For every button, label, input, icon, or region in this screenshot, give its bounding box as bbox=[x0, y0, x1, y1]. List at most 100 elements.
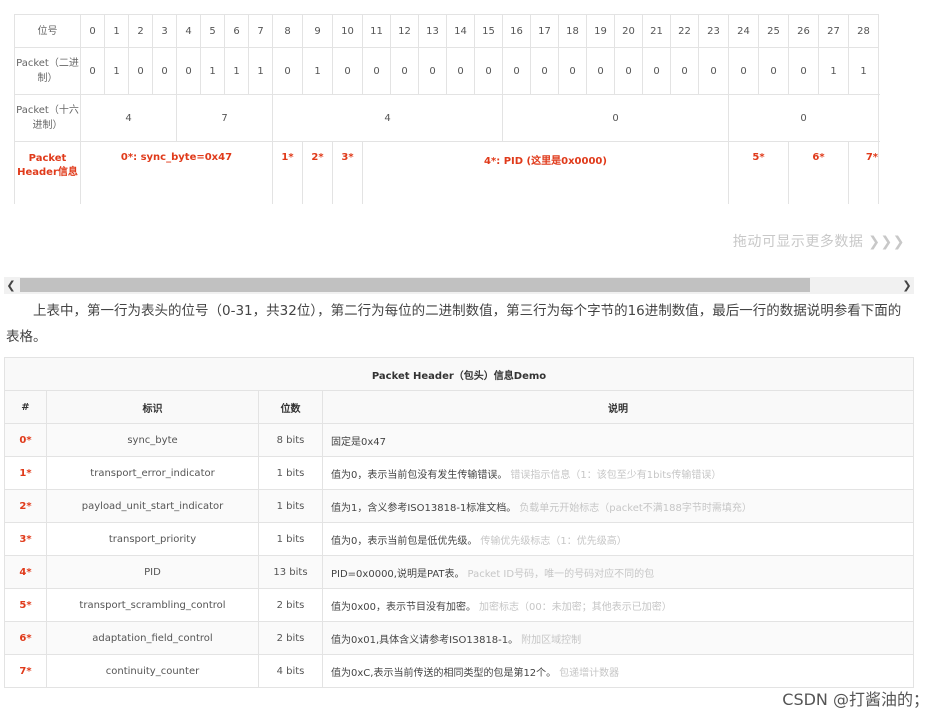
binary-cell: 1 bbox=[818, 47, 849, 95]
header-field-cell: 1* bbox=[272, 141, 303, 204]
binary-cell: 0 bbox=[80, 47, 105, 95]
row-number: 5* bbox=[4, 588, 47, 622]
binary-cell: 0 bbox=[176, 47, 201, 95]
binary-cell: 0 bbox=[152, 47, 177, 95]
binary-cell: 0 bbox=[758, 47, 789, 95]
binary-cell: 0 bbox=[128, 47, 153, 95]
bit-position-cell: 27 bbox=[818, 14, 849, 48]
scrollbar-thumb[interactable] bbox=[20, 278, 810, 292]
field-description: 固定是0x47 bbox=[322, 423, 914, 457]
bit-position-cell: 28 bbox=[848, 14, 879, 48]
row-label-header-info: Packet Header信息 bbox=[14, 141, 81, 204]
bit-position-cell: 23 bbox=[698, 14, 729, 48]
table-row: 2* payload_unit_start_indicator 1 bits 值为1，… bbox=[4, 489, 914, 523]
bit-position-cell: 6 bbox=[224, 14, 249, 48]
table-row: 5* transport_scrambling_control 2 bits 值为0x… bbox=[4, 588, 914, 622]
bit-position-cell: 4 bbox=[176, 14, 201, 48]
field-name: payload_unit_start_indicator bbox=[46, 489, 259, 523]
binary-cell: 1 bbox=[200, 47, 225, 95]
header-field-cell: 6* bbox=[788, 141, 849, 204]
field-name: transport_scrambling_control bbox=[46, 588, 259, 622]
bit-position-cell: 26 bbox=[788, 14, 819, 48]
description-hint: 传输优先级标志（1：优先级高） bbox=[480, 535, 627, 547]
row-number: 1* bbox=[4, 456, 47, 490]
bit-position-cell: 14 bbox=[446, 14, 475, 48]
col-header-desc: 说明 bbox=[322, 390, 914, 424]
bit-position-cell: 21 bbox=[642, 14, 671, 48]
field-name: transport_priority bbox=[46, 522, 259, 556]
binary-cell: 0 bbox=[362, 47, 391, 95]
hex-cell: 7 bbox=[176, 94, 273, 142]
field-name: sync_byte bbox=[46, 423, 259, 457]
header-field-cell: 5* bbox=[728, 141, 789, 204]
bit-position-cell: 1 bbox=[104, 14, 129, 48]
binary-cell: 0 bbox=[418, 47, 447, 95]
field-bits: 13 bits bbox=[258, 555, 323, 589]
header-field-cell: 4*: PID (这里是0x0000) bbox=[362, 141, 729, 204]
field-bits: 2 bits bbox=[258, 621, 323, 655]
field-description: PID=0x0000,说明是PAT表。 Packet ID号码，唯一的号码对应不同… bbox=[322, 555, 914, 589]
row-label-binary: Packet（二进制） bbox=[14, 47, 81, 95]
binary-row: Packet（二进制） 0100011101000000000000000001… bbox=[14, 47, 879, 95]
binary-cell: 0 bbox=[642, 47, 671, 95]
description-hint: 附加区域控制 bbox=[521, 634, 582, 646]
row-number: 2* bbox=[4, 489, 47, 523]
description-text: 值为0x00，表示节目没有加密。 bbox=[331, 601, 477, 613]
bit-position-cell: 8 bbox=[272, 14, 303, 48]
row-number: 0* bbox=[4, 423, 47, 457]
binary-cell: 0 bbox=[698, 47, 729, 95]
description-hint: Packet ID号码，唯一的号码对应不同的包 bbox=[467, 568, 655, 580]
bit-position-cell: 25 bbox=[758, 14, 789, 48]
header-info-row: Packet Header信息 0*: sync_byte=0x47 1* 2* 3*… bbox=[14, 141, 879, 204]
bit-position-cell: 0 bbox=[80, 14, 105, 48]
row-number: 7* bbox=[4, 654, 47, 688]
col-header-id: 标识 bbox=[46, 390, 259, 424]
col-header-num: # bbox=[4, 390, 47, 424]
field-bits: 1 bits bbox=[258, 522, 323, 556]
bit-position-cell: 2 bbox=[128, 14, 153, 48]
row-number: 4* bbox=[4, 555, 47, 589]
hex-cell: 4 bbox=[272, 94, 503, 142]
field-bits: 1 bits bbox=[258, 456, 323, 490]
bit-position-cell: 11 bbox=[362, 14, 391, 48]
field-description: 值为0x01,具体含义请参考ISO13818-1。 附加区域控制 bbox=[322, 621, 914, 655]
binary-cell: 0 bbox=[502, 47, 531, 95]
scroll-right-arrow-icon[interactable]: ❯ bbox=[900, 277, 914, 294]
bit-position-cell: 16 bbox=[502, 14, 531, 48]
field-name: PID bbox=[46, 555, 259, 589]
table-row: 0* sync_byte 8 bits 固定是0x47 bbox=[4, 423, 914, 457]
horizontal-scrollbar[interactable]: ❮ ❯ bbox=[4, 277, 914, 294]
field-bits: 4 bits bbox=[258, 654, 323, 688]
description-hint: 包递增计数器 bbox=[559, 667, 620, 679]
row-number: 3* bbox=[4, 522, 47, 556]
binary-cell: 0 bbox=[446, 47, 475, 95]
drag-hint: 拖动可显示更多数据 ❯❯❯ bbox=[732, 234, 905, 250]
binary-cell: 0 bbox=[474, 47, 503, 95]
explanation-paragraph: 上表中，第一行为表头的位号（0-31，共32位），第二行为每位的二进制数值，第三… bbox=[6, 303, 902, 345]
binary-cell: 0 bbox=[390, 47, 419, 95]
description-text: 值为0，表示当前包是低优先级。 bbox=[331, 535, 478, 547]
description-text: PID=0x0000,说明是PAT表。 bbox=[331, 568, 465, 580]
table-row: 7* continuity_counter 4 bits 值为0xC,表示当前传送的相… bbox=[4, 654, 914, 688]
description-hint: 加密标志（00：未加密；其他表示已加密） bbox=[479, 601, 672, 613]
table-row: 6* adaptation_field_control 2 bits 值为0x01,具… bbox=[4, 621, 914, 655]
description-text: 固定是0x47 bbox=[331, 436, 387, 448]
table-row: 1* transport_error_indicator 1 bits 值为0，表示当… bbox=[4, 456, 914, 490]
binary-cell: 0 bbox=[586, 47, 615, 95]
bit-position-cell: 13 bbox=[418, 14, 447, 48]
scroll-left-arrow-icon[interactable]: ❮ bbox=[4, 277, 18, 294]
field-bits: 1 bits bbox=[258, 489, 323, 523]
field-bits: 2 bits bbox=[258, 588, 323, 622]
binary-cell: 1 bbox=[248, 47, 273, 95]
bit-position-cell: 17 bbox=[530, 14, 559, 48]
packet-header-table: Packet Header（包头）信息Demo # 标识 位数 说明 0* syn… bbox=[4, 357, 914, 688]
bit-table-scroll-area[interactable]: 位号 0 1 2 3 4 5 6 7 8 9 10 11 12 13 14 15 16 17 18 19 20 21 22 2… bbox=[14, 14, 914, 204]
description-hint: 错误指示信息（1：该包至少有1bits传输错误） bbox=[510, 469, 722, 481]
bit-position-cell: 3 bbox=[152, 14, 177, 48]
bit-layout-table: 位号 0 1 2 3 4 5 6 7 8 9 10 11 12 13 14 15 16 17 18 19 20 21 22 2… bbox=[14, 14, 879, 204]
col-header-bits: 位数 bbox=[258, 390, 323, 424]
bit-position-cell: 12 bbox=[390, 14, 419, 48]
binary-cell: 0 bbox=[788, 47, 819, 95]
binary-cell: 1 bbox=[302, 47, 333, 95]
header-field-cell: 2* bbox=[302, 141, 333, 204]
